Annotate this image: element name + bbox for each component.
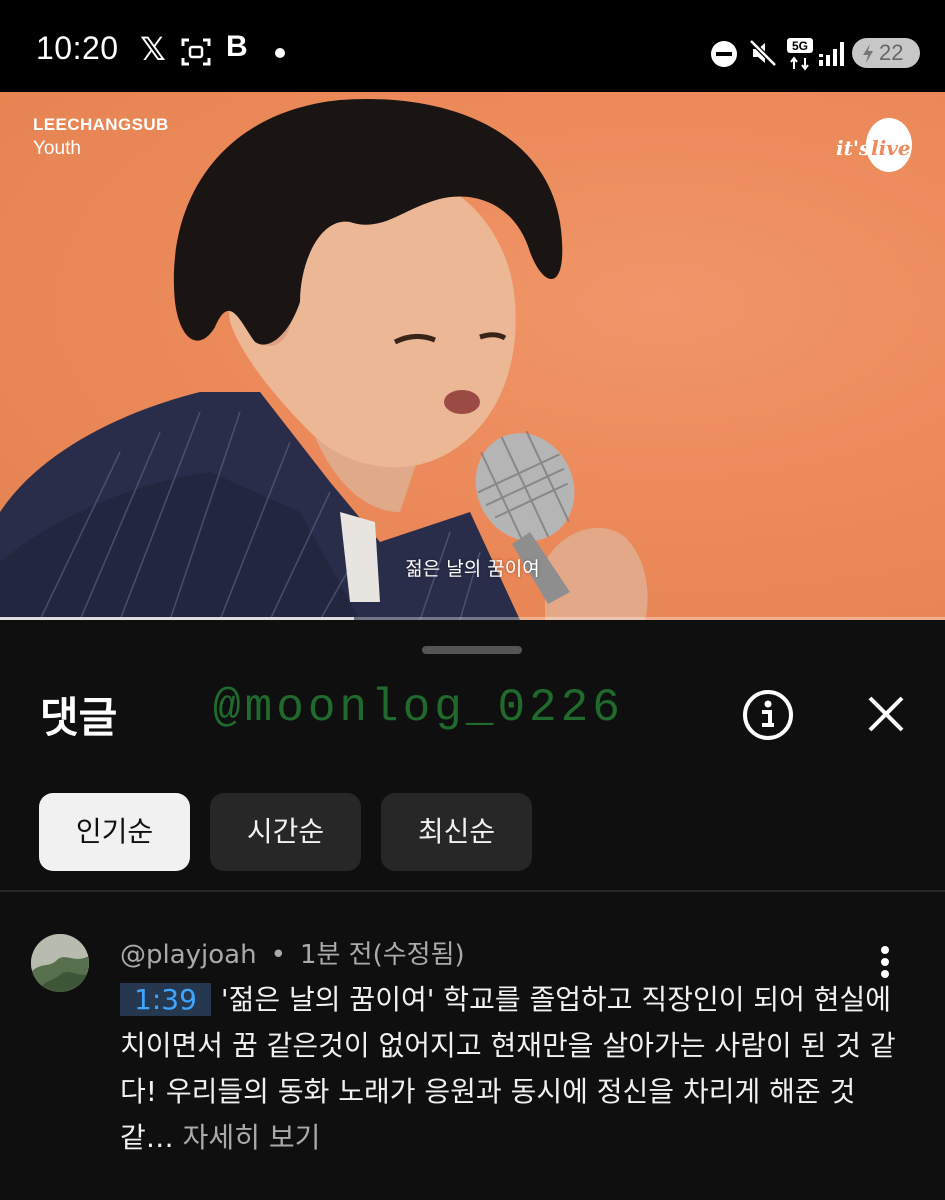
notification-dot-icon [275, 48, 285, 58]
comments-panel: 댓글 @moonlog_0226 인기순 시간순 최신순 @playjoah • 1… [0, 620, 945, 1200]
meta-separator: • [270, 940, 286, 970]
video-subtitle: 젊은 날의 꿈이여 [405, 558, 540, 580]
do-not-disturb-icon [711, 41, 737, 67]
divider [0, 890, 945, 892]
charging-bolt-icon [863, 44, 873, 63]
logo-text-left: it's [836, 136, 871, 160]
chip-popular[interactable]: 인기순 [39, 793, 190, 871]
network-label: 5G [792, 39, 808, 53]
comments-title: 댓글 [40, 693, 118, 742]
video-song-title: Youth [33, 138, 81, 159]
read-more-link[interactable]: 자세히 보기 [183, 1121, 321, 1154]
singer-image [0, 99, 648, 620]
chip-newest[interactable]: 최신순 [381, 793, 532, 871]
timestamp-link[interactable]: 1:39 [120, 983, 211, 1016]
chip-timeline[interactable]: 시간순 [210, 793, 361, 871]
avatar-image [31, 934, 89, 992]
screen-capture-icon [181, 38, 211, 66]
status-time: 10:20 [36, 30, 119, 66]
comment-time: 1분 전(수정됨) [299, 940, 465, 970]
battery-icon: 22 [852, 38, 920, 68]
signal-strength-icon [819, 42, 844, 66]
watermark-text: @moonlog_0226 [213, 682, 624, 734]
video-player[interactable]: LEECHANGSUB Youth it's live 젊은 날의 꿈이여 [0, 92, 945, 620]
b-app-icon: B [226, 30, 248, 63]
comment-text: 1:39 '젊은 날의 꿈이여' 학교를 졸업하고 직장인이 되어 현실에 치이면… [120, 977, 900, 1161]
x-app-icon: 𝕏 [140, 30, 166, 68]
more-options-icon[interactable] [872, 942, 898, 982]
comment-meta: @playjoah • 1분 전(수정됨) [120, 934, 465, 971]
info-icon[interactable] [741, 688, 795, 742]
drag-handle[interactable] [422, 646, 522, 654]
status-bar: 10:20 𝕏 B 5G 22 [0, 0, 945, 92]
avatar[interactable] [31, 934, 89, 992]
video-artist-title: LEECHANGSUB [33, 115, 169, 134]
mute-icon [749, 39, 777, 67]
logo-text-right: live [871, 136, 911, 160]
battery-level: 22 [879, 40, 904, 65]
network-5g-icon: 5G [787, 38, 813, 71]
its-live-logo: it's live [836, 118, 912, 176]
comment-author[interactable]: @playjoah [120, 940, 257, 970]
close-icon[interactable] [862, 690, 910, 738]
